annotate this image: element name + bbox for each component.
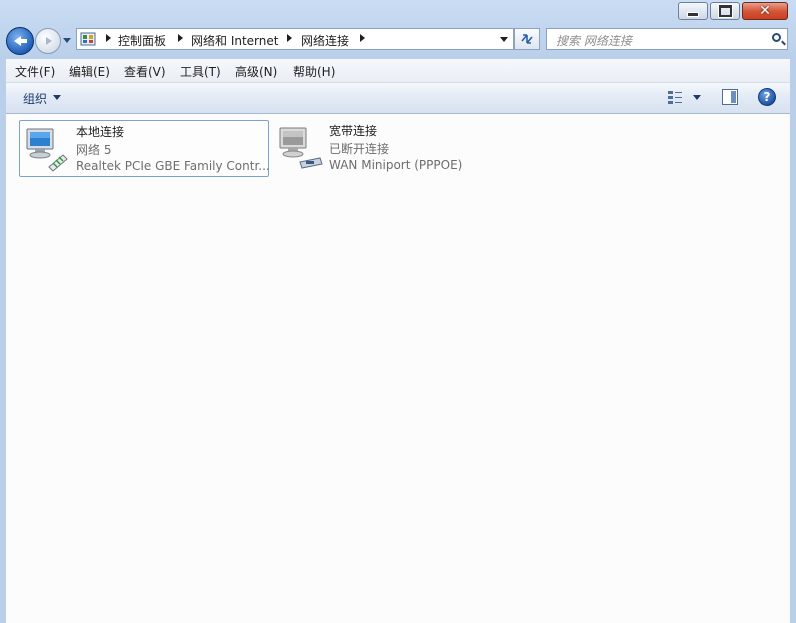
connection-item-broadband[interactable]: 宽带连接 已断开连接 WAN Miniport (PPPOE) <box>273 120 523 177</box>
refresh-icon <box>521 34 533 44</box>
breadcrumb-network-connections[interactable]: 网络连接 <box>301 32 349 49</box>
connection-device: Realtek PCIe GBE Family Contr... <box>76 159 270 173</box>
preview-pane-icon[interactable] <box>722 89 738 105</box>
breadcrumb-separator-icon[interactable] <box>178 34 183 42</box>
menu-file[interactable]: 文件(F) <box>15 63 55 80</box>
connections-list[interactable]: 本地连接 网络 5 Realtek PCIe GBE Family Contr.… <box>6 114 790 623</box>
address-bar[interactable]: 控制面板 网络和 Internet 网络连接 <box>76 28 514 50</box>
organize-button[interactable]: 组织 <box>23 90 47 107</box>
control-panel-icon <box>80 32 96 46</box>
close-icon: ✕ <box>759 3 771 19</box>
menu-tools[interactable]: 工具(T) <box>180 63 221 80</box>
maximize-button[interactable] <box>710 2 740 20</box>
caption-buttons: ✕ <box>676 2 788 20</box>
view-options-dropdown[interactable] <box>693 95 701 100</box>
maximize-icon <box>718 5 732 17</box>
minimize-button[interactable] <box>678 2 708 20</box>
connection-status: 已断开连接 <box>329 142 390 156</box>
menu-edit[interactable]: 编辑(E) <box>69 63 110 80</box>
menu-help[interactable]: 帮助(H) <box>293 63 335 80</box>
menu-view[interactable]: 查看(V) <box>124 63 166 80</box>
breadcrumb-separator-icon[interactable] <box>360 34 365 42</box>
menu-bar: 文件(F) 编辑(E) 查看(V) 工具(T) 高级(N) 帮助(H) <box>6 59 790 83</box>
breadcrumb-separator-icon[interactable] <box>106 34 111 42</box>
help-icon[interactable]: ? <box>758 88 776 106</box>
window-frame: ✕ 控制面板 网络和 Internet 网络连接 搜索 网络连接 文件(F) 编… <box>0 0 796 623</box>
connection-name: 本地连接 <box>76 125 125 139</box>
search-box[interactable]: 搜索 网络连接 <box>546 28 788 50</box>
navigation-bar: 控制面板 网络和 Internet 网络连接 搜索 网络连接 <box>0 26 796 56</box>
forward-button[interactable] <box>35 28 61 54</box>
minimize-icon <box>687 11 699 17</box>
connection-status: 网络 5 <box>76 143 112 157</box>
recent-pages-dropdown[interactable] <box>63 38 71 43</box>
organize-dropdown-icon[interactable] <box>53 95 61 100</box>
back-button[interactable] <box>6 27 34 55</box>
connection-item-local[interactable]: 本地连接 网络 5 Realtek PCIe GBE Family Contr.… <box>19 120 270 177</box>
address-history-dropdown[interactable] <box>500 37 508 42</box>
search-icon[interactable] <box>772 33 781 42</box>
lan-connection-icon <box>26 128 68 172</box>
close-button[interactable]: ✕ <box>742 2 788 20</box>
menu-advanced[interactable]: 高级(N) <box>235 63 277 80</box>
connection-device: WAN Miniport (PPPOE) <box>329 158 463 172</box>
connection-name: 宽带连接 <box>329 124 378 138</box>
refresh-button[interactable] <box>514 28 540 50</box>
command-bar: 组织 ? <box>6 83 790 114</box>
broadband-connection-icon <box>279 127 323 169</box>
breadcrumb-control-panel[interactable]: 控制面板 <box>118 32 166 49</box>
breadcrumb-separator-icon[interactable] <box>287 34 292 42</box>
breadcrumb-network-internet[interactable]: 网络和 Internet <box>191 32 278 49</box>
change-view-icon[interactable] <box>667 90 683 105</box>
search-placeholder[interactable]: 搜索 网络连接 <box>556 32 632 49</box>
